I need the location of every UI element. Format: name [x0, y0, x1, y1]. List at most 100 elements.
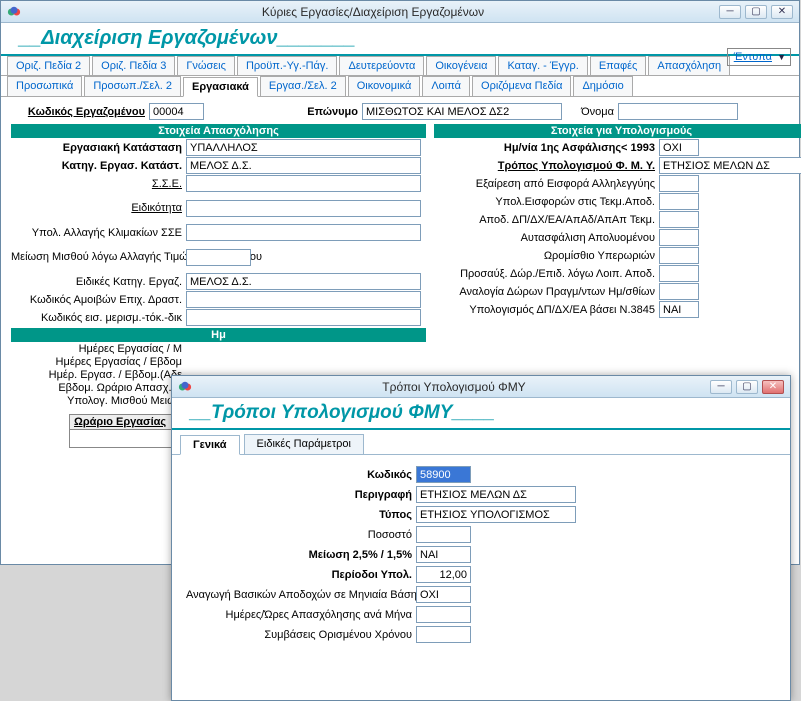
dlg-input-8[interactable]	[416, 626, 471, 643]
dlg-label-7: Ημέρες/Ώρες Απασχόλησης ανά Μήνα	[186, 609, 416, 621]
dlg-label-3: Ποσοστό	[186, 529, 416, 541]
tab-προσωπ-σελ-2[interactable]: Προσωπ./Σελ. 2	[84, 76, 181, 96]
left-sub-label-3: Εβδομ. Ωράριο Απασχ.(Σ	[11, 382, 186, 394]
dlg-label-0: Κωδικός	[186, 469, 416, 481]
surname-input[interactable]	[362, 103, 562, 120]
tab-εργασιακ-[interactable]: Εργασιακά	[183, 77, 258, 97]
right-label-8: Αναλογία Δώρων Πραγμ/ντων Ημ/σθίων	[434, 286, 659, 298]
dlg-input-7[interactable]	[416, 606, 471, 623]
left-sub-label-4: Υπολογ. Μισθού Μειωμ	[11, 395, 186, 407]
app-icon	[7, 5, 21, 19]
dlg-label-4: Μείωση 2,5% / 1,5%	[186, 549, 416, 561]
section-calc-details: Στοιχεία για Υπολογισμούς	[434, 124, 801, 138]
tab-εργασ-σελ-2[interactable]: Εργασ./Σελ. 2	[260, 76, 346, 96]
tabs-row-2: ΠροσωπικάΠροσωπ./Σελ. 2ΕργασιακάΕργασ./Σ…	[1, 76, 799, 97]
label-5: Μείωση Μισθού λόγω Αλλαγής Τιμών ΣΣΕ/Ωρα…	[11, 251, 186, 263]
tab-καταγ-γγρ-[interactable]: Καταγ. - Έγγρ.	[498, 56, 587, 75]
dlg-label-1: Περιγραφή	[186, 489, 416, 501]
right-input-5[interactable]	[659, 229, 699, 246]
right-input-2[interactable]	[659, 175, 699, 192]
label-1: Κατηγ. Εργασ. Κατάστ.	[11, 160, 186, 172]
name-input[interactable]	[618, 103, 738, 120]
right-input-6[interactable]	[659, 247, 699, 264]
tab-επαφ-ς[interactable]: Επαφές	[590, 56, 646, 75]
label-7: Κωδικός Αμοιβών Επιχ. Δραστ.	[11, 294, 186, 306]
dialog-minimize-button[interactable]: ─	[710, 380, 732, 394]
tab-οικογ-νεια[interactable]: Οικογένεια	[426, 56, 496, 75]
right-label-0: Ημ/νία 1ης Ασφάλισης< 1993	[434, 142, 659, 154]
tab-οικονομικ-[interactable]: Οικονομικά	[348, 76, 421, 96]
dialog-body: Κωδικός Περιγραφή Τύπος Ποσοστό Μείωση 2,5% …	[172, 455, 790, 654]
right-input-8[interactable]	[659, 283, 699, 300]
tab-δημ-σιο[interactable]: Δημόσιο	[573, 76, 632, 96]
label-2: Σ.Σ.Ε.	[11, 178, 186, 190]
right-input-3[interactable]	[659, 193, 699, 210]
label-4: Υπολ. Αλλαγής Κλιμακίων ΣΣΕ	[11, 227, 186, 239]
dialog-maximize-button[interactable]: ▢	[736, 380, 758, 394]
dialog-titlebar: Τρόποι Υπολογισμού ΦΜΥ ─ ▢ ✕	[172, 376, 790, 398]
dlg-input-2[interactable]	[416, 506, 576, 523]
section-employment-details: Στοιχεία Απασχόλησης	[11, 124, 426, 138]
right-label-7: Προσαύξ. Δώρ./Επιδ. λόγω Λοιπ. Αποδ.	[434, 268, 659, 280]
dlg-input-4[interactable]	[416, 546, 471, 563]
employee-code-input[interactable]	[149, 103, 204, 120]
right-label-2: Εξαίρεση από Εισφορά Αλληλεγγύης	[434, 178, 659, 190]
left-sub-label-1: Ημέρες Εργασίας / Εβδομ	[11, 356, 186, 368]
left-input-3[interactable]	[186, 200, 421, 217]
dialog-tabs: ΓενικάΕιδικές Παράμετροι	[172, 430, 790, 455]
tabs-row-1: Οριζ. Πεδία 2Οριζ. Πεδία 3ΓνώσειςΠροϋπ.-…	[1, 56, 799, 76]
tab-προ-π-υγ-π-γ-[interactable]: Προϋπ.-Υγ.-Πάγ.	[237, 56, 338, 75]
dialog-app-icon	[178, 380, 192, 394]
tab-γενικ-[interactable]: Γενικά	[180, 435, 240, 455]
right-input-1[interactable]	[659, 157, 801, 174]
dialog-fmy-window: Τρόποι Υπολογισμού ΦΜΥ ─ ▢ ✕ __Τρόποι Υπ…	[171, 375, 791, 701]
maximize-button[interactable]: ▢	[745, 5, 767, 19]
prints-dropdown[interactable]: Έντυπα	[727, 48, 791, 66]
dialog-heading: __Τρόποι Υπολογισμού ΦΜΥ____	[172, 398, 790, 430]
dlg-input-3[interactable]	[416, 526, 471, 543]
left-input-7[interactable]	[186, 291, 421, 308]
label-6: Ειδικές Κατηγ. Εργαζ.	[11, 276, 186, 288]
tab-ειδικ-ς-παρ-μετροι[interactable]: Ειδικές Παράμετροι	[244, 434, 364, 454]
right-input-4[interactable]	[659, 211, 699, 228]
label-0: Εργασιακή Κατάσταση	[11, 142, 186, 154]
dialog-title: Τρόποι Υπολογισμού ΦΜΥ	[198, 380, 710, 394]
close-button[interactable]: ✕	[771, 5, 793, 19]
tab-απασχ-ληση[interactable]: Απασχόληση	[648, 56, 730, 75]
tab-προσωπικ-[interactable]: Προσωπικά	[7, 76, 82, 96]
dlg-label-2: Τύπος	[186, 509, 416, 521]
tab-γν-σεις[interactable]: Γνώσεις	[177, 56, 235, 75]
left-input-8[interactable]	[186, 309, 421, 326]
dlg-label-5: Περίοδοι Υπολ.	[186, 569, 416, 581]
tab-λοιπ-[interactable]: Λοιπά	[422, 76, 470, 96]
dlg-input-6[interactable]	[416, 586, 471, 603]
left-input-0[interactable]	[186, 139, 421, 156]
right-label-1: Τρόπος Υπολογισμού Φ. Μ. Υ.	[434, 160, 659, 172]
left-input-6[interactable]	[186, 273, 421, 290]
page-heading: __Διαχείριση Εργαζομένων_______	[1, 23, 799, 56]
right-input-7[interactable]	[659, 265, 699, 282]
tab-οριζ-πεδ-α-3[interactable]: Οριζ. Πεδία 3	[92, 56, 175, 75]
tab-οριζ-πεδ-α-2[interactable]: Οριζ. Πεδία 2	[7, 56, 90, 75]
left-input-5[interactable]	[186, 249, 251, 266]
employee-id-row: Κωδικός Εργαζομένου Επώνυμο Όνομα	[11, 103, 789, 120]
left-input-2[interactable]	[186, 175, 421, 192]
dlg-input-5[interactable]	[416, 566, 471, 583]
right-input-0[interactable]	[659, 139, 699, 156]
right-input-9[interactable]	[659, 301, 699, 318]
minimize-button[interactable]: ─	[719, 5, 741, 19]
main-titlebar: Κύριες Εργασίες/Διαχείριση Εργαζομένων ─…	[1, 1, 799, 23]
tab-δευτερε-οντα[interactable]: Δευτερεύοντα	[339, 56, 424, 75]
section-left-sub: Ημ	[11, 328, 426, 342]
main-window-title: Κύριες Εργασίες/Διαχείριση Εργαζομένων	[27, 5, 719, 19]
left-sub-label-0: Ημέρες Εργασίας / Μ	[11, 343, 186, 355]
left-input-4[interactable]	[186, 224, 421, 241]
tab-οριζ-μενα-πεδ-α[interactable]: Οριζόμενα Πεδία	[472, 76, 571, 96]
dialog-close-button[interactable]: ✕	[762, 380, 784, 394]
right-label-6: Ωρομίσθιο Υπερωριών	[434, 250, 659, 262]
left-input-1[interactable]	[186, 157, 421, 174]
dlg-label-8: Συμβάσεις Ορισμένου Χρόνου	[186, 629, 416, 641]
dlg-input-1[interactable]	[416, 486, 576, 503]
dlg-input-0[interactable]	[416, 466, 471, 483]
name-label: Όνομα	[562, 106, 618, 118]
